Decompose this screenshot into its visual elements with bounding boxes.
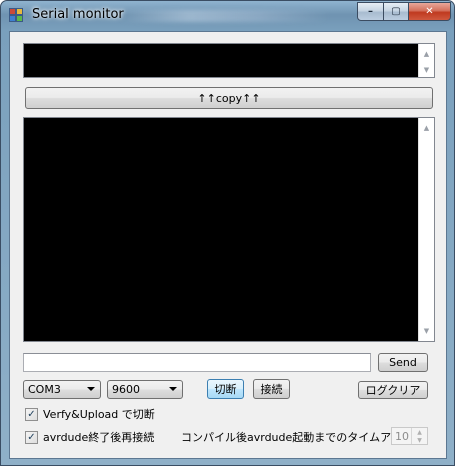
copy-button[interactable]: ↑↑copy↑↑ [25, 87, 433, 109]
title-bar[interactable]: Serial monitor – ▢ ✕ [1, 1, 454, 31]
close-icon: ✕ [425, 6, 434, 17]
top-output-box[interactable]: ▲ ▼ [23, 43, 435, 78]
verify-upload-label: Verfy&Upload で切断 [43, 408, 155, 421]
chevron-down-icon [87, 387, 95, 391]
timeout-label: コンパイル後avrdude起動までのタイムアウト [181, 431, 414, 444]
check-icon: ✓ [27, 408, 36, 420]
serial-monitor-window: Serial monitor – ▢ ✕ ▲ ▼ ↑↑copy↑↑ ▲ ▼ Se… [0, 0, 455, 466]
app-icon [9, 8, 25, 24]
spinner-down-icon[interactable]: ▼ [412, 436, 427, 444]
check-icon: ✓ [27, 431, 36, 443]
verify-upload-checkbox[interactable]: ✓ [25, 407, 38, 421]
send-input[interactable] [23, 353, 371, 372]
window-title: Serial monitor [32, 7, 124, 22]
baud-select-value: 9600 [112, 383, 140, 396]
scroll-down-icon[interactable]: ▼ [419, 323, 434, 339]
send-button[interactable]: Send [378, 353, 428, 372]
maximize-icon: ▢ [391, 6, 401, 17]
maximize-button[interactable]: ▢ [383, 2, 409, 21]
port-select-value: COM3 [28, 383, 61, 396]
reconnect-after-avrdude-option[interactable]: ✓ avrdude終了後再接続 [25, 429, 154, 445]
scroll-up-icon[interactable]: ▲ [419, 120, 434, 136]
verify-upload-disconnect-option[interactable]: ✓ Verfy&Upload で切断 [25, 406, 155, 422]
scroll-up-icon[interactable]: ▲ [419, 46, 434, 62]
baud-select[interactable]: 9600 [107, 380, 183, 399]
reconnect-checkbox[interactable]: ✓ [25, 430, 38, 444]
clear-log-button[interactable]: ログクリア [358, 381, 428, 399]
close-button[interactable]: ✕ [408, 2, 451, 21]
disconnect-button[interactable]: 切断 [207, 379, 244, 399]
spinner-up-icon[interactable]: ▲ [412, 428, 427, 436]
main-output-box[interactable]: ▲ ▼ [23, 117, 435, 342]
chevron-down-icon [169, 387, 177, 391]
minimize-icon: – [368, 6, 373, 17]
connect-button[interactable]: 接続 [253, 379, 290, 399]
client-area: ▲ ▼ ↑↑copy↑↑ ▲ ▼ Send COM3 9600 切断 接続 ログ… [9, 31, 447, 459]
timeout-value: 10 [395, 429, 409, 443]
port-select[interactable]: COM3 [23, 380, 101, 399]
scroll-down-icon[interactable]: ▼ [419, 62, 434, 78]
main-output-scrollbar[interactable]: ▲ ▼ [418, 118, 434, 341]
timeout-spinner[interactable]: 10 ▲ ▼ [391, 427, 428, 445]
blurred-title-region [119, 10, 329, 22]
top-output-scrollbar[interactable]: ▲ ▼ [418, 44, 434, 77]
reconnect-label: avrdude終了後再接続 [43, 431, 155, 444]
minimize-button[interactable]: – [357, 2, 384, 21]
